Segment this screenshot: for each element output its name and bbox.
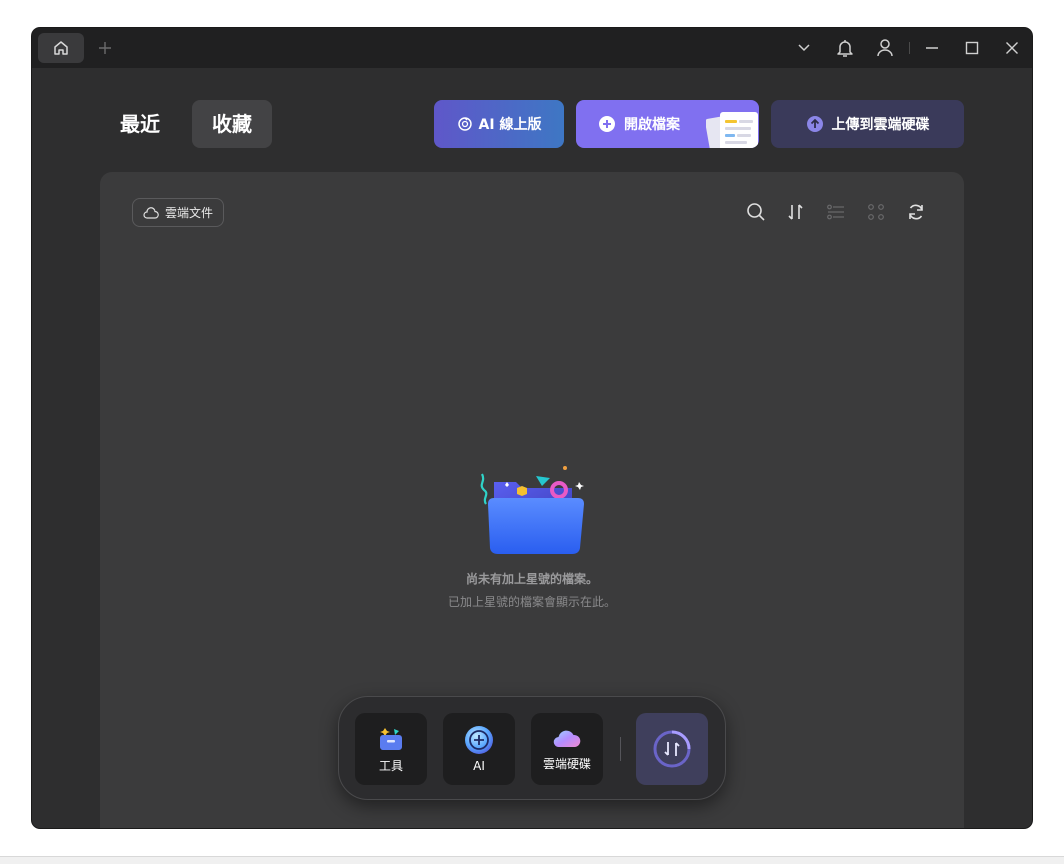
plus-circle-icon <box>599 116 615 132</box>
search-button[interactable] <box>744 200 768 224</box>
user-icon <box>877 39 893 57</box>
empty-state-title: 尚未有加上星號的檔案。 <box>465 572 598 586</box>
maximize-icon <box>965 41 979 55</box>
upload-icon <box>806 116 823 132</box>
quick-dock: 工具 AI 雲端硬碟 <box>338 696 726 800</box>
ai-online-label: AI 線上版 <box>478 117 542 133</box>
close-button[interactable] <box>1001 37 1023 59</box>
desktop-bottom-strip <box>0 856 1064 864</box>
dropdown-button[interactable] <box>793 37 815 59</box>
chevron-down-icon <box>798 44 810 52</box>
close-icon <box>1006 42 1018 54</box>
sort-button[interactable] <box>784 200 808 224</box>
minimize-icon <box>926 47 938 49</box>
grid-view-button[interactable] <box>864 200 888 224</box>
list-view-icon <box>827 204 844 220</box>
tab-recent[interactable]: 最近 <box>108 100 172 148</box>
empty-state-subtitle: 已加上星號的檔案會顯示在此。 <box>447 595 616 609</box>
account-button[interactable] <box>874 37 896 59</box>
upload-cloud-label: 上傳到雲端硬碟 <box>831 117 930 133</box>
ai-swirl-icon <box>457 117 472 131</box>
cloud-icon <box>143 206 159 219</box>
dock-tools-label: 工具 <box>378 758 403 773</box>
toolbox-icon <box>380 727 402 750</box>
dock-divider <box>620 737 621 761</box>
cloud-docs-label: 雲端文件 <box>165 206 214 220</box>
convert-icon <box>653 730 691 768</box>
refresh-button[interactable] <box>904 200 928 224</box>
ai-assistant-icon <box>465 726 493 754</box>
dock-ai-button[interactable]: AI <box>443 713 515 785</box>
titlebar-divider <box>909 42 910 54</box>
maximize-button[interactable] <box>961 37 983 59</box>
dock-cloud-drive-button[interactable]: 雲端硬碟 <box>531 713 603 785</box>
cloud-docs-filter[interactable]: 雲端文件 <box>132 198 225 227</box>
dock-cloud-drive-label: 雲端硬碟 <box>542 756 591 771</box>
sort-icon <box>788 204 803 220</box>
tab-favorites[interactable]: 收藏 <box>192 100 272 148</box>
upload-cloud-button[interactable]: 上傳到雲端硬碟 <box>771 100 964 148</box>
app-window: 最近 收藏 AI 線上版 開啟檔案 上傳到雲端硬碟 雲端文件 尚未有加上星號的檔… <box>32 28 1032 828</box>
notifications-button[interactable] <box>834 37 856 59</box>
open-file-label: 開啟檔案 <box>624 117 680 133</box>
open-file-button[interactable]: 開啟檔案 <box>576 100 759 148</box>
minimize-button[interactable] <box>921 37 943 59</box>
plus-icon <box>99 42 111 54</box>
ai-online-button[interactable]: AI 線上版 <box>434 100 564 148</box>
refresh-icon <box>909 204 923 220</box>
dock-convert-button[interactable] <box>636 713 708 785</box>
title-bar <box>32 28 1032 68</box>
bell-icon <box>837 40 853 57</box>
documents-illustration-icon <box>706 112 758 148</box>
home-tab[interactable] <box>38 33 84 63</box>
home-icon <box>54 41 68 55</box>
cloud-drive-icon <box>553 730 581 747</box>
empty-folder-illustration <box>480 466 584 554</box>
add-tab-button[interactable] <box>94 37 116 59</box>
search-icon <box>747 203 765 221</box>
list-view-button[interactable] <box>824 200 848 224</box>
grid-view-icon <box>868 204 884 220</box>
dock-ai-label: AI <box>473 759 485 773</box>
dock-tools-button[interactable]: 工具 <box>355 713 427 785</box>
